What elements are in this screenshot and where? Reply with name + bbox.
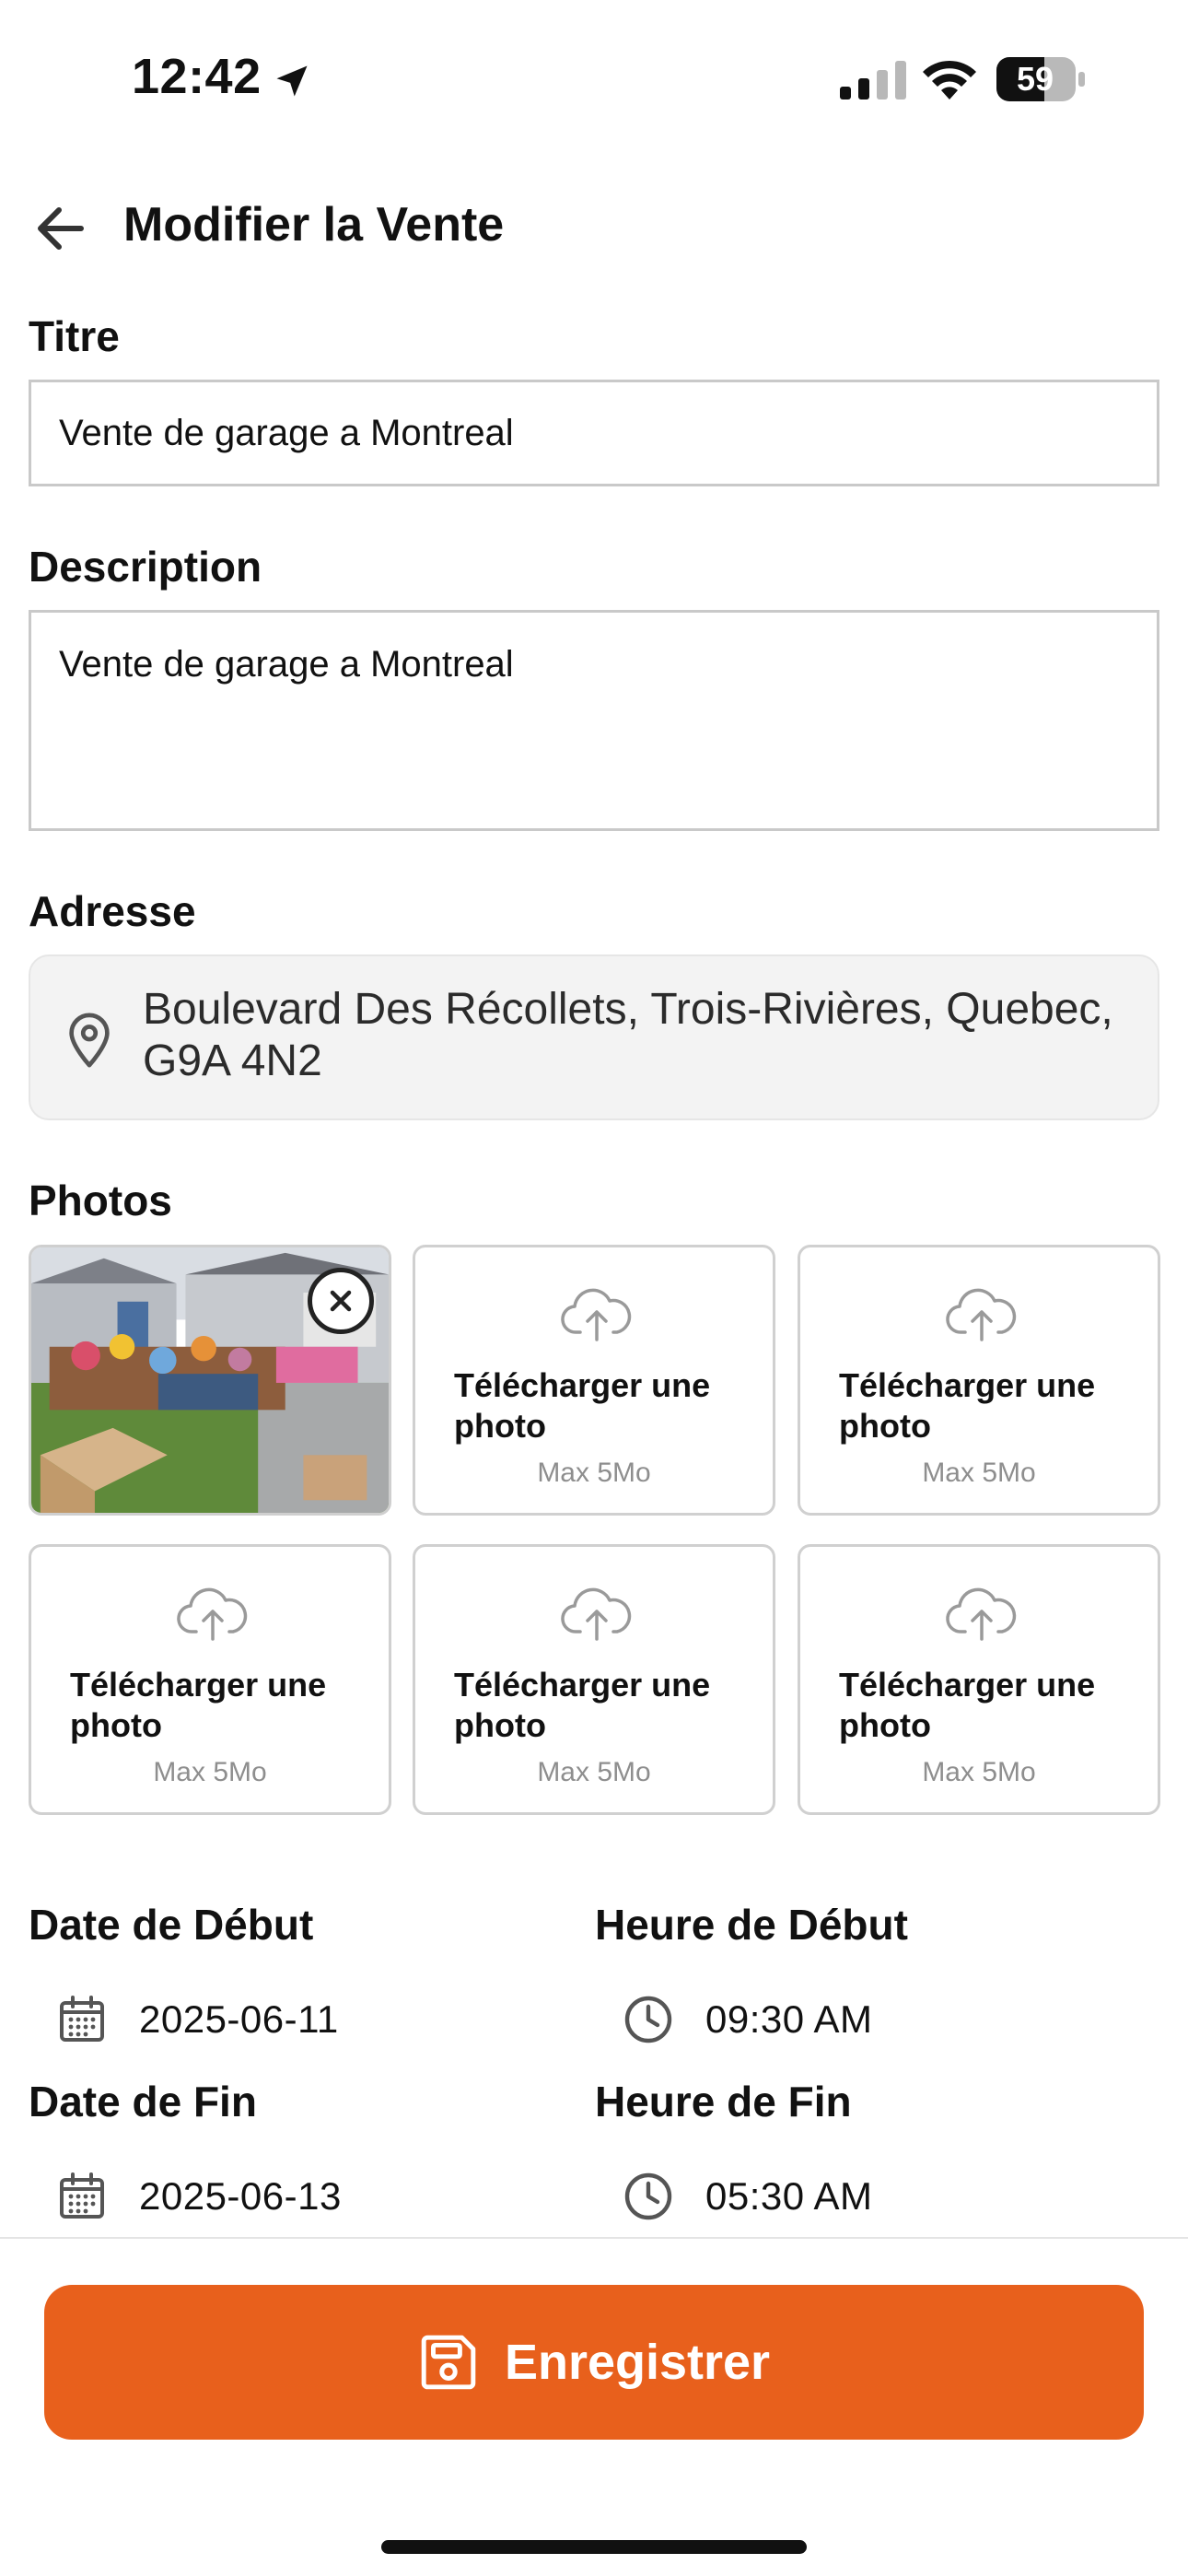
calendar-icon [60,1996,104,2042]
end-time-value: 05:30 AM [705,2174,873,2218]
photos-label: Photos [29,1177,172,1224]
upload-size-limit: Max 5Mo [537,1757,651,1787]
cloud-upload-icon [177,1587,248,1641]
wifi-icon [923,60,976,100]
save-button-label: Enregistrer [504,2335,771,2390]
map-pin-icon [69,1013,110,1068]
upload-label: Télécharger une photo [454,1366,711,1445]
upload-size-limit: Max 5Mo [922,1458,1036,1488]
address-value: Boulevard Des Récollets, Trois-Rivières,… [143,985,1113,1085]
start-date-label: Date de Début [29,1901,314,1949]
start-date-picker[interactable]: 2025-06-11 [29,1981,544,2064]
close-icon [330,1290,352,1312]
start-time-value: 09:30 AM [705,1997,873,2041]
upload-label: Télécharger une photo [839,1666,1096,1744]
description-label: Description [29,543,262,591]
upload-photo-tile-3[interactable]: Télécharger une photo Max 5Mo [798,1245,1160,1516]
header: Modifier la Vente [0,184,1188,267]
upload-label: Télécharger une photo [839,1366,1096,1445]
clock-icon [624,1996,672,2043]
start-date-value: 2025-06-11 [139,1997,339,2041]
cloud-upload-icon [946,1288,1017,1341]
upload-photo-tile-2[interactable]: Télécharger une photo Max 5Mo [413,1245,775,1516]
start-time-label: Heure de Début [595,1901,908,1949]
start-time-picker[interactable]: 09:30 AM [595,1981,1147,2064]
floppy-save-icon [421,2335,476,2390]
end-time-picker[interactable]: 05:30 AM [595,2158,1147,2235]
status-time: 12:42 [132,49,262,104]
remove-photo-button[interactable] [308,1268,374,1334]
upload-photo-tile-5[interactable]: Télécharger une photo Max 5Mo [413,1544,775,1815]
photo-tile-1[interactable] [29,1245,391,1516]
upload-label: Télécharger une photo [70,1666,327,1744]
address-field[interactable]: Boulevard Des Récollets, Trois-Rivières,… [29,954,1159,1120]
location-arrow-icon [276,65,308,97]
home-indicator[interactable] [381,2540,807,2554]
cloud-upload-icon [946,1587,1017,1641]
save-button[interactable]: Enregistrer [44,2285,1144,2440]
upload-photo-tile-6[interactable]: Télécharger une photo Max 5Mo [798,1544,1160,1815]
calendar-icon [60,2172,104,2219]
status-bar: 12:42 59 [0,0,1188,157]
page-title: Modifier la Vente [123,198,505,252]
title-label: Titre [29,312,120,360]
title-input[interactable] [29,380,1159,486]
address-label: Adresse [29,887,196,935]
end-date-value: 2025-06-13 [139,2174,342,2218]
upload-size-limit: Max 5Mo [922,1757,1036,1787]
cloud-upload-icon [561,1288,632,1341]
description-textarea[interactable]: Vente de garage a Montreal [29,610,1159,831]
end-date-label: Date de Fin [29,2078,257,2125]
clock-icon [624,2172,672,2220]
upload-label: Télécharger une photo [454,1666,711,1744]
footer-divider [0,2237,1188,2239]
battery-level: 59 [1016,60,1054,98]
edit-sale-screen: 12:42 59 Modifier la Vente Titre Vente d… [0,0,1188,2576]
upload-photo-tile-4[interactable]: Télécharger une photo Max 5Mo [29,1544,391,1815]
upload-size-limit: Max 5Mo [153,1757,267,1787]
back-arrow-icon[interactable] [28,195,94,262]
cloud-upload-icon [561,1587,632,1641]
upload-size-limit: Max 5Mo [537,1458,651,1488]
end-date-picker[interactable]: 2025-06-13 [29,2158,544,2235]
cellular-signal-icon [840,61,906,100]
end-time-label: Heure de Fin [595,2078,852,2125]
